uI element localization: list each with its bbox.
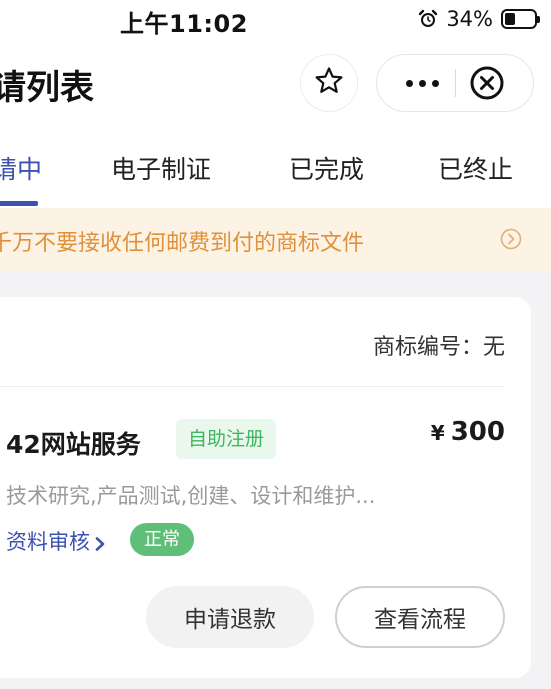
active-tab-indicator bbox=[0, 201, 38, 206]
notice-bar[interactable]: 千万不要接收任何邮费到付的商标文件 bbox=[0, 208, 551, 272]
tab-e-certificate[interactable]: 电子制证 bbox=[111, 150, 211, 186]
more-dots-icon bbox=[405, 79, 413, 87]
progress-link-label: 资料审核 bbox=[6, 530, 90, 554]
miniprogram-capsule bbox=[376, 54, 534, 112]
battery-percent: 34% bbox=[446, 7, 493, 31]
service-tag: 自助注册 bbox=[176, 419, 277, 459]
close-button[interactable] bbox=[469, 65, 505, 101]
order-card[interactable]: 商标编号：无 42网站服务 自助注册 ¥300 技术研究,产品测试,创建、设计和… bbox=[0, 297, 531, 678]
trademark-number: 商标编号：无 bbox=[372, 335, 505, 360]
chevron-right-circle-icon bbox=[500, 228, 522, 250]
status-badge: 正常 bbox=[130, 523, 194, 556]
price: ¥300 bbox=[431, 417, 505, 447]
view-process-button[interactable]: 查看流程 bbox=[335, 586, 505, 648]
battery-icon bbox=[501, 9, 540, 29]
capsule-divider bbox=[455, 69, 456, 97]
more-button[interactable] bbox=[389, 55, 455, 111]
request-refund-button[interactable]: 申请退款 bbox=[146, 586, 314, 648]
star-icon bbox=[313, 65, 345, 101]
status-indicators: 34% bbox=[418, 5, 540, 33]
battery-level-fill bbox=[505, 13, 515, 25]
currency-symbol: ¥ bbox=[430, 421, 445, 445]
close-circle-icon bbox=[469, 66, 505, 105]
alarm-clock-icon bbox=[418, 9, 438, 29]
card-divider bbox=[0, 386, 505, 387]
tab-in-progress[interactable]: 请中 bbox=[0, 150, 42, 186]
status-time: 上午11:02 bbox=[120, 10, 248, 38]
status-tabs: 请中 电子制证 已完成 已终止 bbox=[0, 130, 551, 208]
notice-text: 千万不要接收任何邮费到付的商标文件 bbox=[0, 231, 365, 256]
status-bar: 上午11:02 34% bbox=[0, 0, 551, 40]
service-name: 42网站服务 bbox=[6, 430, 141, 459]
service-description: 技术研究,产品测试,创建、设计和维护... bbox=[6, 484, 376, 508]
progress-link[interactable]: 资料审核 bbox=[6, 526, 106, 556]
favorite-button[interactable] bbox=[300, 54, 358, 112]
nav-bar: 请列表 bbox=[0, 40, 551, 130]
tab-completed[interactable]: 已完成 bbox=[289, 150, 364, 186]
chevron-right-icon bbox=[94, 533, 106, 551]
page-title: 请列表 bbox=[0, 68, 94, 108]
tab-terminated[interactable]: 已终止 bbox=[438, 150, 513, 186]
price-value: 300 bbox=[450, 417, 505, 447]
